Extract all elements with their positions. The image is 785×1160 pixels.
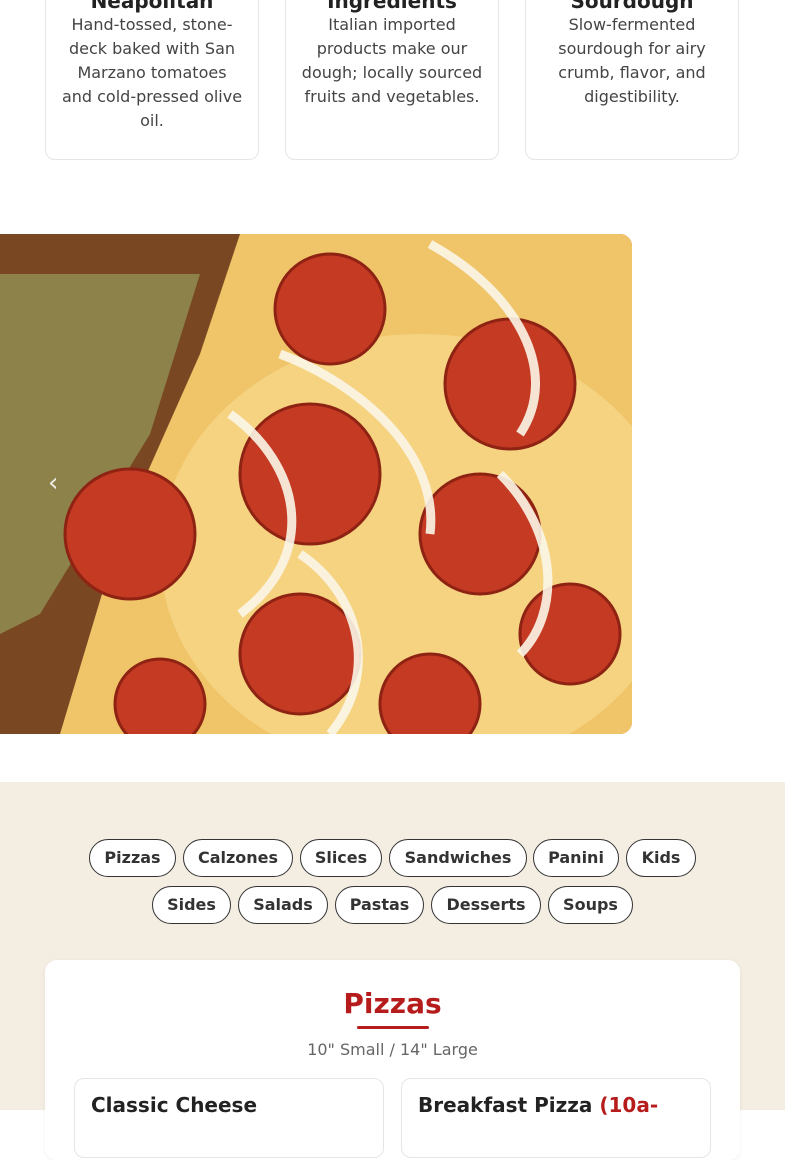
category-calzones[interactable]: Calzones	[183, 839, 293, 877]
menu-subtitle: 10" Small / 14" Large	[307, 1040, 478, 1059]
feature-title: Sourdough	[570, 0, 694, 13]
menu-item-hours: (10a-	[599, 1093, 659, 1117]
feature-card: Sourdough Slow-fermented sourdough for a…	[525, 0, 739, 160]
feature-description: Hand-tossed, stone-deck baked with San M…	[61, 15, 243, 130]
category-salads[interactable]: Salads	[238, 886, 328, 924]
category-sandwiches[interactable]: Sandwiches	[389, 839, 527, 877]
feature-card: Neapolitan Hand-tossed, stone-deck baked…	[45, 0, 259, 160]
category-pizzas[interactable]: Pizzas	[89, 839, 176, 877]
category-soups[interactable]: Soups	[548, 886, 633, 924]
pizza-photo	[0, 234, 632, 734]
feature-card: Ingredients Italian imported products ma…	[285, 0, 499, 160]
menu-section: Pizzas Calzones Slices Sandwiches Panini…	[0, 782, 785, 1160]
menu-title: Pizzas	[343, 987, 442, 1020]
category-kids[interactable]: Kids	[626, 839, 696, 877]
category-panini[interactable]: Panini	[533, 839, 619, 877]
pizza-illustration	[0, 234, 632, 734]
feature-title: Ingredients	[327, 0, 457, 13]
category-pastas[interactable]: Pastas	[335, 886, 424, 924]
category-desserts[interactable]: Desserts	[431, 886, 541, 924]
title-underline	[357, 1026, 429, 1029]
category-slices[interactable]: Slices	[300, 839, 382, 877]
chevron-left-icon[interactable]: ‹	[48, 470, 74, 496]
features-section: Neapolitan Hand-tossed, stone-deck baked…	[0, 0, 785, 200]
menu-item[interactable]: Classic Cheese	[74, 1078, 384, 1158]
menu-item[interactable]: Breakfast Pizza (10a-	[401, 1078, 711, 1158]
category-sides[interactable]: Sides	[152, 886, 231, 924]
menu-item-name: Breakfast Pizza (10a-	[418, 1093, 659, 1117]
feature-title: Neapolitan	[90, 0, 214, 13]
feature-description: Italian imported products make our dough…	[301, 15, 483, 106]
feature-description: Slow-fermented sourdough for airy crumb,…	[558, 15, 706, 106]
menu-card: Pizzas 10" Small / 14" Large Classic Che…	[45, 960, 740, 1160]
menu-item-name: Classic Cheese	[91, 1093, 258, 1117]
